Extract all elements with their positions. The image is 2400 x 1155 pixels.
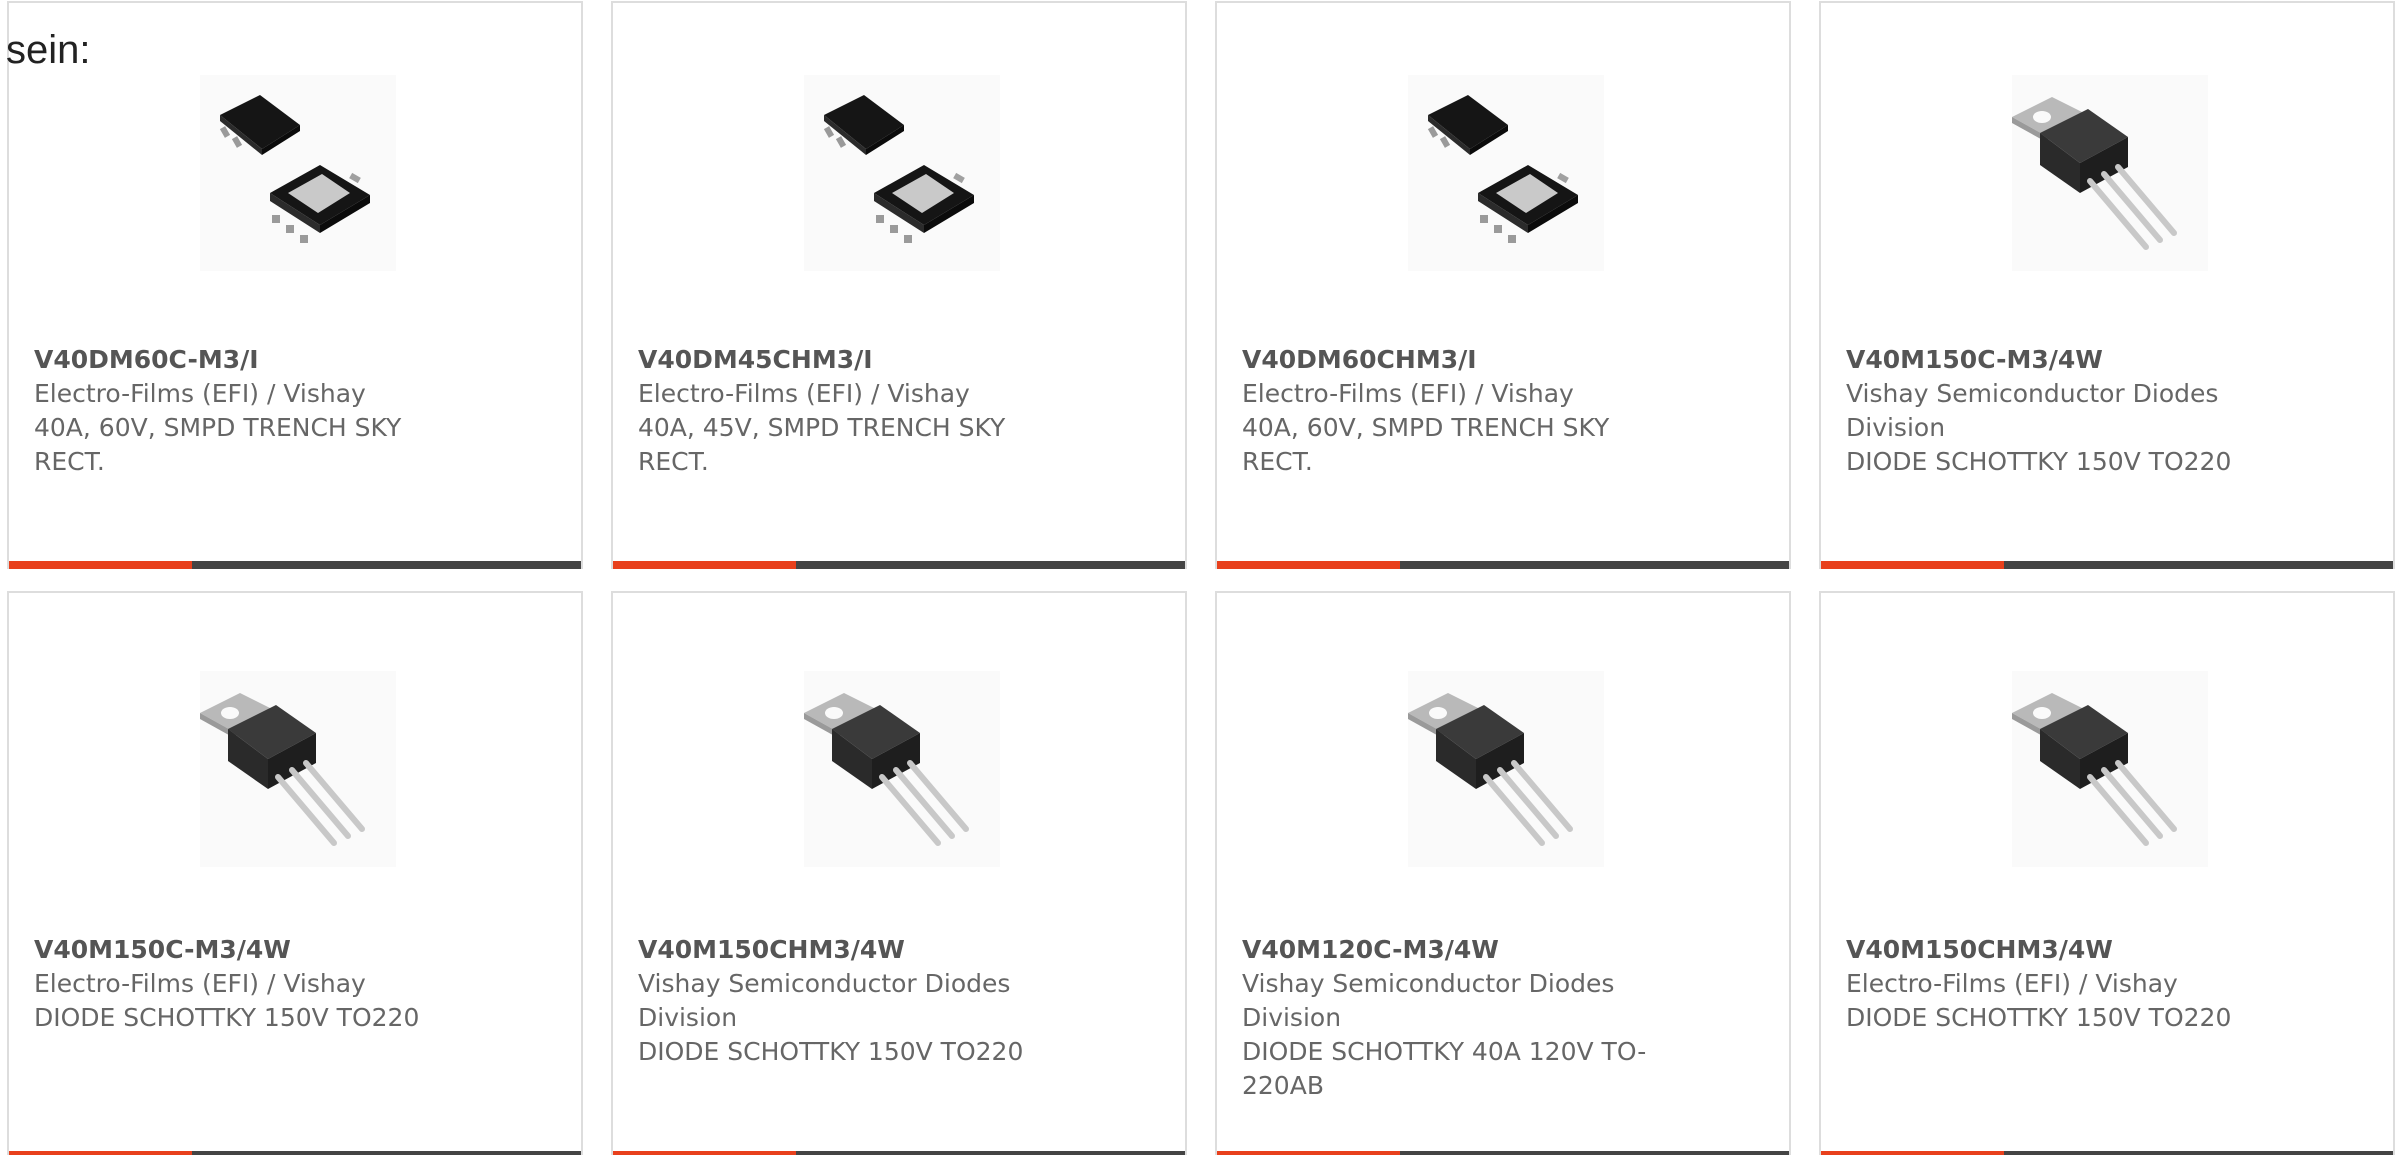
part-number-link[interactable]: V40M120C-M3/4W [1242,933,1662,967]
card-footer-bar [1821,561,2393,569]
card-footer-accent [1821,561,2004,569]
product-card[interactable]: V40DM60C-M3/I Electro-Films (EFI) / Visha… [7,1,583,569]
product-info: V40M150C-M3/4W Vishay Semiconductor Diode… [1846,343,2266,479]
product-description: DIODE SCHOTTKY 150V TO220 [638,1037,1024,1066]
product-info: V40DM45CHM3/I Electro-Films (EFI) / Visha… [638,343,1058,479]
product-grid: V40DM60C-M3/I Electro-Films (EFI) / Visha… [7,1,2400,1155]
product-card[interactable]: V40M150CHM3/4W Vishay Semiconductor Diode… [611,591,1187,1155]
to220-package-icon[interactable] [200,671,396,867]
manufacturer-name: Electro-Films (EFI) / Vishay [34,379,366,408]
card-footer-accent [9,561,192,569]
card-footer-accent [613,561,796,569]
manufacturer-name: Electro-Films (EFI) / Vishay [638,379,970,408]
part-number-link[interactable]: V40M150CHM3/4W [1846,933,2266,967]
smpd-package-icon[interactable] [804,75,1000,271]
card-footer-bar [9,1151,581,1155]
product-info: V40DM60C-M3/I Electro-Films (EFI) / Visha… [34,343,454,479]
to220-package-icon[interactable] [2012,671,2208,867]
product-description: DIODE SCHOTTKY 40A 120V TO-220AB [1242,1037,1647,1100]
part-number-link[interactable]: V40DM60CHM3/I [1242,343,1662,377]
part-number-link[interactable]: V40M150C-M3/4W [1846,343,2266,377]
manufacturer-name: Vishay Semiconductor Diodes Division [1242,969,1615,1032]
smpd-package-icon[interactable] [1408,75,1604,271]
product-description: 40A, 45V, SMPD TRENCH SKY RECT. [638,413,1006,476]
card-footer-bar [1217,561,1789,569]
product-info: V40M150CHM3/4W Electro-Films (EFI) / Vish… [1846,933,2266,1035]
product-card[interactable]: V40DM60CHM3/I Electro-Films (EFI) / Visha… [1215,1,1791,569]
product-description: 40A, 60V, SMPD TRENCH SKY RECT. [1242,413,1610,476]
product-card[interactable]: V40M120C-M3/4W Vishay Semiconductor Diode… [1215,591,1791,1155]
card-footer-bar [9,561,581,569]
card-footer-accent [613,1151,796,1155]
product-card[interactable]: V40M150CHM3/4W Electro-Films (EFI) / Vish… [1819,591,2395,1155]
product-info: V40M150C-M3/4W Electro-Films (EFI) / Vish… [34,933,454,1035]
product-description: 40A, 60V, SMPD TRENCH SKY RECT. [34,413,402,476]
card-footer-accent [1821,1151,2004,1155]
part-number-link[interactable]: V40DM45CHM3/I [638,343,1058,377]
card-footer-accent [9,1151,192,1155]
manufacturer-name: Vishay Semiconductor Diodes Division [638,969,1011,1032]
card-footer-bar [1821,1151,2393,1155]
product-description: DIODE SCHOTTKY 150V TO220 [1846,1003,2232,1032]
product-description: DIODE SCHOTTKY 150V TO220 [1846,447,2232,476]
product-description: DIODE SCHOTTKY 150V TO220 [34,1003,420,1032]
product-grid-page: V40DM60C-M3/I Electro-Films (EFI) / Visha… [0,0,2400,1155]
product-info: V40M120C-M3/4W Vishay Semiconductor Diode… [1242,933,1662,1103]
product-card[interactable]: V40M150C-M3/4W Electro-Films (EFI) / Vish… [7,591,583,1155]
part-number-link[interactable]: V40DM60C-M3/I [34,343,454,377]
product-info: V40M150CHM3/4W Vishay Semiconductor Diode… [638,933,1058,1069]
card-footer-accent [1217,561,1400,569]
part-number-link[interactable]: V40M150CHM3/4W [638,933,1058,967]
manufacturer-name: Electro-Films (EFI) / Vishay [34,969,366,998]
card-footer-bar [613,1151,1185,1155]
product-card[interactable]: V40M150C-M3/4W Vishay Semiconductor Diode… [1819,1,2395,569]
manufacturer-name: Electro-Films (EFI) / Vishay [1846,969,2178,998]
intro-text: sein: [6,28,91,72]
to220-package-icon[interactable] [2012,75,2208,271]
product-card[interactable]: V40DM45CHM3/I Electro-Films (EFI) / Visha… [611,1,1187,569]
to220-package-icon[interactable] [1408,671,1604,867]
card-footer-bar [1217,1151,1789,1155]
part-number-link[interactable]: V40M150C-M3/4W [34,933,454,967]
manufacturer-name: Vishay Semiconductor Diodes Division [1846,379,2219,442]
manufacturer-name: Electro-Films (EFI) / Vishay [1242,379,1574,408]
to220-package-icon[interactable] [804,671,1000,867]
product-info: V40DM60CHM3/I Electro-Films (EFI) / Visha… [1242,343,1662,479]
card-footer-accent [1217,1151,1400,1155]
card-footer-bar [613,561,1185,569]
smpd-package-icon[interactable] [200,75,396,271]
